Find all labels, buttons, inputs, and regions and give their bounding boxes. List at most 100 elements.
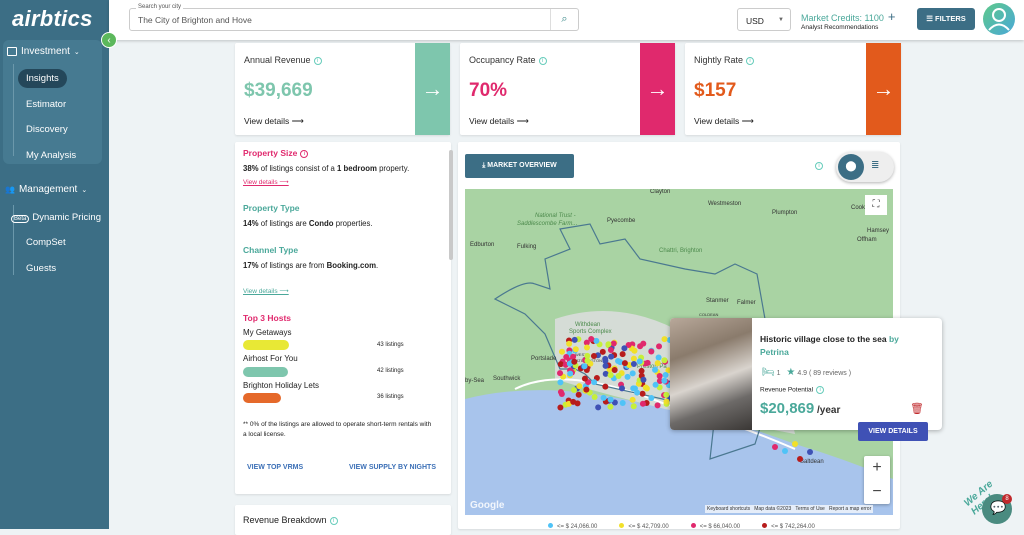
listing-marker[interactable] xyxy=(595,404,602,411)
listing-marker[interactable] xyxy=(661,377,668,384)
listing-marker[interactable] xyxy=(797,456,803,462)
listing-marker[interactable] xyxy=(615,358,622,365)
listing-marker[interactable] xyxy=(640,376,647,383)
listing-marker[interactable] xyxy=(655,354,662,361)
listing-marker[interactable] xyxy=(661,336,668,343)
analyst-recommendations-link[interactable]: Analyst Recommendations xyxy=(801,24,878,31)
listing-marker[interactable] xyxy=(605,341,612,348)
info-icon[interactable]: i xyxy=(538,56,547,65)
city-search-input[interactable]: Search your city The City of Brighton an… xyxy=(129,4,579,31)
logo[interactable]: airbtics xyxy=(12,6,93,32)
listing-marker[interactable] xyxy=(602,383,609,390)
listing-marker[interactable] xyxy=(608,353,615,360)
listing-marker[interactable] xyxy=(576,383,583,390)
listing-marker[interactable] xyxy=(636,358,643,365)
listing-marker[interactable] xyxy=(654,360,661,367)
listing-marker[interactable] xyxy=(607,346,614,353)
market-overview-button[interactable]: ⤓ MARKET OVERVIEW xyxy=(465,154,574,178)
trash-icon[interactable]: 🗑 xyxy=(910,402,924,415)
info-icon[interactable]: i xyxy=(746,56,755,65)
listing-marker[interactable] xyxy=(615,372,622,379)
listing-marker[interactable] xyxy=(629,370,636,377)
listing-marker[interactable] xyxy=(619,351,626,358)
listing-marker[interactable] xyxy=(570,386,577,393)
sidebar-group-management[interactable]: 👥 Management ⌄ xyxy=(5,184,87,195)
user-avatar[interactable] xyxy=(983,3,1015,35)
listing-marker[interactable] xyxy=(661,357,668,364)
listing-marker[interactable] xyxy=(611,367,618,374)
listing-marker[interactable] xyxy=(590,352,597,359)
listing-marker[interactable] xyxy=(593,337,600,344)
listing-marker[interactable] xyxy=(591,394,598,401)
info-icon[interactable]: i xyxy=(816,386,825,394)
listing-marker[interactable] xyxy=(639,390,646,397)
listing-marker[interactable] xyxy=(563,353,570,360)
listing-marker[interactable] xyxy=(642,384,649,391)
sidebar-item-my-analysis[interactable]: My Analysis xyxy=(18,146,84,165)
listing-marker[interactable] xyxy=(630,403,637,410)
listing-marker[interactable] xyxy=(662,372,669,379)
sidebar-item-guests[interactable]: Guests xyxy=(18,259,64,278)
terms-link[interactable]: Terms of Use xyxy=(795,506,824,512)
listing-marker[interactable] xyxy=(663,398,670,405)
listing-marker[interactable] xyxy=(583,344,590,351)
view-toggle[interactable]: ⬤ ≣ xyxy=(836,152,894,182)
search-value[interactable]: The City of Brighton and Hove xyxy=(138,15,252,25)
info-icon[interactable]: i xyxy=(329,516,338,525)
currency-select[interactable]: USD ▼ xyxy=(737,8,791,31)
listing-marker[interactable] xyxy=(654,402,661,409)
sidebar-item-discovery[interactable]: Discovery xyxy=(18,120,76,139)
listing-marker[interactable] xyxy=(644,359,651,366)
listing-marker[interactable] xyxy=(772,444,778,450)
view-details-button[interactable]: VIEW DETAILS xyxy=(858,422,928,441)
listing-marker[interactable] xyxy=(584,357,591,364)
listing-marker[interactable] xyxy=(648,395,655,402)
listing-marker[interactable] xyxy=(782,448,788,454)
listing-marker[interactable] xyxy=(652,381,659,388)
listing-marker[interactable] xyxy=(807,449,813,455)
search-icon[interactable]: ⌕ xyxy=(550,9,578,30)
add-credits-button[interactable]: + xyxy=(888,9,896,24)
listing-marker[interactable] xyxy=(619,385,626,392)
listing-marker[interactable] xyxy=(575,391,582,398)
listing-marker[interactable] xyxy=(792,441,798,447)
listing-marker[interactable] xyxy=(570,353,577,360)
listing-marker[interactable] xyxy=(630,361,637,368)
listing-marker[interactable] xyxy=(558,391,565,398)
listing-marker[interactable] xyxy=(581,375,588,382)
keyboard-shortcuts-link[interactable]: Keyboard shortcuts xyxy=(707,506,750,512)
listing-marker[interactable] xyxy=(663,391,670,398)
listing-marker[interactable] xyxy=(610,340,617,347)
sidebar-item-compset[interactable]: CompSet xyxy=(18,233,74,252)
sidebar-item-estimator[interactable]: Estimator xyxy=(18,95,74,114)
listing-marker[interactable] xyxy=(572,346,579,353)
listing-marker[interactable] xyxy=(591,379,598,386)
listing-marker[interactable] xyxy=(583,386,590,393)
listing-marker[interactable] xyxy=(557,404,564,411)
fullscreen-button[interactable]: ⛶ xyxy=(865,195,887,215)
view-supply-by-nights-link[interactable]: VIEW SUPPLY BY NIGHTS xyxy=(349,464,436,471)
zoom-out-button[interactable]: − xyxy=(864,480,890,504)
listing-marker[interactable] xyxy=(567,370,574,377)
listing-marker[interactable] xyxy=(630,385,637,392)
listing-marker[interactable] xyxy=(621,345,628,352)
view-details-link[interactable]: View details ⟶ xyxy=(694,116,754,127)
listing-marker[interactable] xyxy=(640,340,647,347)
view-details-link[interactable]: View details ⟶ xyxy=(469,116,529,127)
listing-marker[interactable] xyxy=(600,394,607,401)
filters-button[interactable]: ☰ FILTERS xyxy=(917,8,975,30)
report-error-link[interactable]: Report a map error xyxy=(829,506,871,512)
listing-marker[interactable] xyxy=(602,362,609,369)
listing-marker[interactable] xyxy=(648,348,655,355)
listing-marker[interactable] xyxy=(557,379,564,386)
listing-marker[interactable] xyxy=(571,358,578,365)
listing-marker[interactable] xyxy=(631,347,638,354)
listing-marker[interactable] xyxy=(639,400,646,407)
arrow-right-button[interactable]: → xyxy=(415,43,450,135)
sidebar-group-investment[interactable]: Investment ⌄ xyxy=(7,46,80,57)
listing-marker[interactable] xyxy=(581,363,588,370)
listing-marker[interactable] xyxy=(607,396,614,403)
listing-marker[interactable] xyxy=(607,372,614,379)
listing-marker[interactable] xyxy=(607,403,614,410)
view-details-link[interactable]: View details ⟶ xyxy=(244,116,304,127)
